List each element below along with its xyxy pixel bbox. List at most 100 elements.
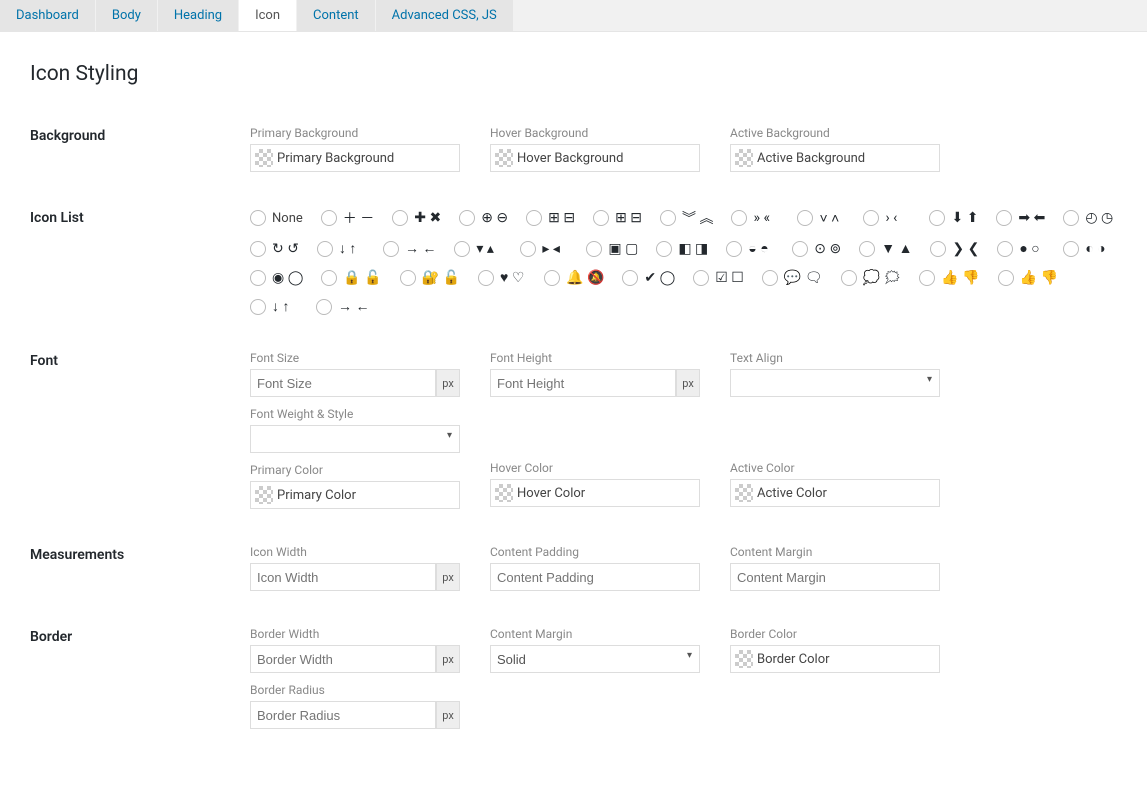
tab-icon[interactable]: Icon <box>239 0 296 31</box>
icon-option-speech-bubbles[interactable]: 💬 🗨 <box>762 269 823 286</box>
icon-option-heart-filled-outline[interactable]: ♥ ♡ <box>478 269 526 286</box>
icon-option-check-squares[interactable]: ☑ ☐ <box>693 269 744 286</box>
border-radius-input[interactable] <box>250 701 436 729</box>
icon-option-lock-unlock[interactable]: 🔒 🔓 <box>321 269 381 286</box>
tabs: Dashboard Body Heading Icon Content Adva… <box>0 0 1147 32</box>
icon-option-arrows-circle-down-up[interactable]: ⬇ ⬆ <box>929 208 978 228</box>
radio-icon <box>586 241 602 257</box>
primary-bg-input[interactable]: Primary Background <box>250 144 460 172</box>
content-margin-input[interactable] <box>730 563 940 591</box>
radio-icon <box>797 210 813 226</box>
icon-option-none[interactable]: None <box>250 208 303 228</box>
icon-option-plus-minus-square-outline[interactable]: ⊞ ⊟ <box>593 208 642 228</box>
icon-option-chevron-circles[interactable]: ⊙ ⊚ <box>792 240 841 257</box>
font-height-input[interactable] <box>490 369 676 397</box>
content-padding-input[interactable] <box>490 563 700 591</box>
tab-content[interactable]: Content <box>297 0 375 31</box>
icon-option-boxes-left-up[interactable]: ◧ ◨ <box>656 240 708 257</box>
icon-option-plus-minus-circle[interactable]: ⊕ ⊖ <box>459 208 508 228</box>
icon-option-plus-minus[interactable]: ＋ － <box>321 208 374 228</box>
play-right-left-icon: ▸ ◂ <box>542 241 560 257</box>
icon-option-angle-right-left[interactable]: › ‹ <box>863 208 911 228</box>
radio-icon <box>997 241 1013 257</box>
icon-option-shields-in-out[interactable]: ◒ ◓ <box>726 240 774 257</box>
icon-option-sort-arrows[interactable]: ↓ ↑ <box>250 298 298 315</box>
primary-bg-placeholder: Primary Background <box>277 151 394 166</box>
icon-option-circle-filled-outline[interactable]: ● ○ <box>997 240 1045 257</box>
radio-icon <box>841 270 857 286</box>
border-style-label: Content Margin <box>490 627 700 641</box>
carets-down-up-icon: ▼ ▲ <box>881 240 912 257</box>
border-width-input[interactable] <box>250 645 436 673</box>
hover-bg-input[interactable]: Hover Background <box>490 144 700 172</box>
transparent-swatch-icon <box>735 650 753 668</box>
radio-icon <box>400 270 416 286</box>
icon-option-angles-right-left[interactable]: » « <box>731 208 779 228</box>
icon-option-check-circles[interactable]: ✔ ◯ <box>622 269 675 286</box>
content-padding-label: Content Padding <box>490 545 700 559</box>
tab-heading[interactable]: Heading <box>158 0 238 31</box>
icon-option-play-right-left[interactable]: ▸ ◂ <box>520 240 568 257</box>
radio-icon <box>660 210 676 226</box>
icon-width-input[interactable] <box>250 563 436 591</box>
icon-option-arrows-circle-right-left[interactable]: ➡ ⬅ <box>996 208 1045 228</box>
radio-icon <box>526 210 542 226</box>
icon-option-moon-sun[interactable]: ◐ ◑ <box>1063 240 1111 257</box>
icon-option-lock-unlock-alt[interactable]: 🔐 🔓 <box>400 269 460 286</box>
icon-option-bell-filled-outline[interactable]: 🔔 🔕 <box>544 269 604 286</box>
chevron-down-up-icon: ˅ ˄ <box>819 210 839 227</box>
boxes-left-up-icon: ◧ ◨ <box>678 241 708 257</box>
icon-option-arrow-down-up[interactable]: ↓ ↑ <box>317 240 365 257</box>
icon-option-chevron-down-up[interactable]: ˅ ˄ <box>797 208 845 228</box>
border-style-select[interactable]: Solid <box>490 645 700 673</box>
text-align-select[interactable] <box>730 369 940 397</box>
primary-color-input[interactable]: Primary Color <box>250 481 460 509</box>
icon-option-carets-down-up[interactable]: ▼ ▲ <box>859 240 912 257</box>
icon-option-thumbs-up-down[interactable]: 👍 👎 <box>919 269 979 286</box>
radio-icon <box>520 241 536 257</box>
plus-minus-square-outline-icon: ⊞ ⊟ <box>615 210 642 226</box>
icon-option-arrows-in-out[interactable]: → ← <box>383 240 436 257</box>
icon-option-reload-pair[interactable]: ↻ ↺ <box>250 240 299 257</box>
section-label-background: Background <box>30 126 250 172</box>
font-size-input[interactable] <box>250 369 436 397</box>
icon-option-toggle-on-off[interactable]: ◉ ◯ <box>250 269 303 286</box>
arrows-circle-right-left-icon: ➡ ⬅ <box>1018 210 1045 226</box>
radio-icon <box>316 299 332 315</box>
font-weight-label: Font Weight & Style <box>250 407 460 421</box>
plus-minus-circle-icon: ⊕ ⊖ <box>481 210 508 226</box>
font-weight-select[interactable] <box>250 425 460 453</box>
icon-option-chat-bubbles[interactable]: 💭 🗯 <box>841 269 902 286</box>
active-bg-input[interactable]: Active Background <box>730 144 940 172</box>
border-color-input[interactable]: Border Color <box>730 645 940 673</box>
tab-body[interactable]: Body <box>96 0 157 31</box>
icon-option-thumbs-hands[interactable]: 👍 👎 <box>998 269 1058 286</box>
active-bg-placeholder: Active Background <box>757 151 865 166</box>
radio-icon <box>859 241 875 257</box>
border-radius-label: Border Radius <box>250 683 460 697</box>
radio-icon <box>998 270 1014 286</box>
icon-option-clock-in-out[interactable]: ◴ ◷ <box>1063 208 1113 228</box>
speech-bubbles-icon: 💬 🗨 <box>784 270 823 286</box>
radio-icon <box>930 241 946 257</box>
icon-option-exchange-arrows[interactable]: → ← <box>316 298 369 315</box>
angle-right-left-icon: › ‹ <box>885 210 897 226</box>
tab-dashboard[interactable]: Dashboard <box>0 0 95 31</box>
icon-option-angles-bold-right-left[interactable]: ❯ ❮ <box>930 240 979 257</box>
hover-color-input[interactable]: Hover Color <box>490 479 700 507</box>
radio-icon <box>544 270 560 286</box>
icon-option-caret-down-up[interactable]: ▾ ▴ <box>454 240 502 257</box>
active-color-input[interactable]: Active Color <box>730 479 940 507</box>
tab-advanced[interactable]: Advanced CSS, JS <box>376 0 513 31</box>
icon-option-plus-times-bold[interactable]: ✚ ✖ <box>392 208 441 228</box>
radio-icon <box>250 241 266 257</box>
px-unit: px <box>436 369 460 397</box>
text-align-label: Text Align <box>730 351 940 365</box>
active-color-label: Active Color <box>730 461 940 475</box>
border-color-placeholder: Border Color <box>757 652 830 667</box>
icon-option-boxes-down-up[interactable]: ▣ ▢ <box>586 240 638 257</box>
icon-option-plus-minus-square[interactable]: ⊞ ⊟ <box>526 208 575 228</box>
bell-filled-outline-icon: 🔔 🔕 <box>566 270 604 286</box>
radio-icon <box>321 210 337 226</box>
icon-option-chevrons-down-up[interactable]: ︾ ︽ <box>660 208 713 228</box>
